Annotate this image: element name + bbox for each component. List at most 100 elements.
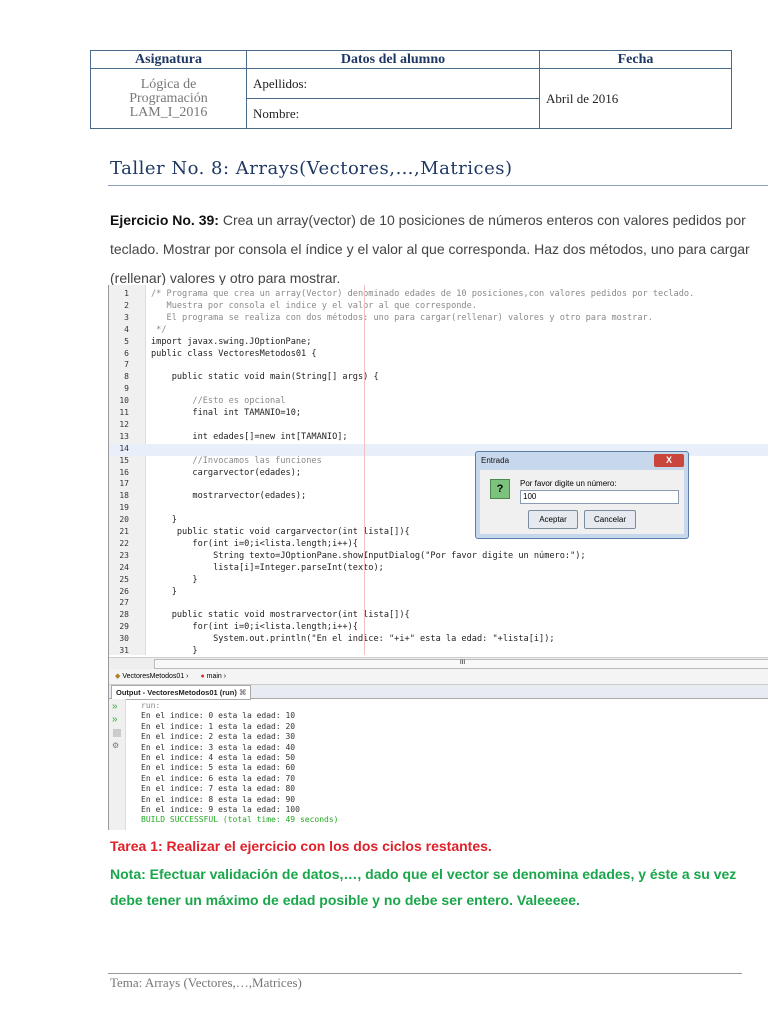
rerun-icon[interactable]: » [112,701,122,712]
code-line: 23 String texto=JOptionPane.showInputDia… [109,551,768,563]
line-number: 5 [124,336,129,346]
line-number: 8 [124,372,129,382]
output-line: En el indice: 4 esta la edad: 50 [141,752,296,762]
subject-line: Programación [129,90,208,106]
header-table: Asignatura Datos del alumno Fecha Lógica… [90,50,732,129]
scroll-thumb[interactable]: III [154,659,768,669]
code-text: System.out.println("En el indice: "+i+" … [151,634,555,645]
line-number: 3 [124,312,129,322]
output-line: En el indice: 5 esta la edad: 60 [141,763,296,773]
close-button[interactable]: X [654,454,684,467]
output-tabbar: Output - VectoresMetodos01 (run) ⌘ [109,685,768,700]
col-date: Fecha [539,50,732,69]
date-cell: Abril de 2016 [539,68,732,129]
line-number: 22 [119,538,129,548]
code-line: 26 } [109,587,768,599]
line-number: 20 [119,515,129,525]
code-line: 25 } [109,575,768,587]
method-icon: ● [200,673,205,680]
code-line: 28 public static void mostrarvector(int … [109,610,768,622]
code-text: public static void main(String[] args) { [151,372,379,383]
output-toolbar: » » ⚙ [109,699,126,830]
apellidos-field: Apellidos: [246,68,540,99]
code-text: //Invocamos las funciones [151,455,322,466]
output-console: run: En el indice: 0 esta la edad: 10 En e… [141,701,338,824]
output-line: run: [141,701,161,710]
ide-screenshot: 1 /* Programa que crea un array(Vector) d… [108,285,768,830]
line-number: 6 [124,348,129,358]
code-line: 7 [109,360,768,372]
code-line: 13 int edades[]=new int[TAMANIO]; [109,432,768,444]
col-student: Datos del alumno [246,50,540,69]
output-line: En el indice: 6 esta la edad: 70 [141,773,296,783]
output-line: En el indice: 9 esta la edad: 100 [141,804,300,814]
margin-line [364,285,365,655]
line-number: 26 [119,586,129,596]
output-line: En el indice: 0 esta la edad: 10 [141,711,296,721]
task-text: Tarea 1: Realizar el ejercicio con los d… [110,838,492,854]
subject-line: Lógica de [140,76,197,92]
breadcrumb-method[interactable]: main [207,673,222,680]
line-number: 2 [124,300,129,310]
code-text: lista[i]=Integer.parseInt(texto); [151,562,384,573]
breadcrumb-class[interactable]: VectoresMetodos01 [122,673,184,680]
input-dialog: Entrada X ? Por favor digite un número: … [475,451,689,539]
output-line: En el indice: 8 esta la edad: 90 [141,794,296,804]
output-line: En el indice: 7 esta la edad: 80 [141,784,296,794]
code-line: 27 [109,598,768,610]
line-number: 31 [119,646,129,655]
code-line: 29 for(int i=0;i<lista.length;i++){ [109,622,768,634]
code-text: for(int i=0;i<lista.length;i++){ [151,538,358,549]
class-icon: ◆ [115,673,121,680]
code-text: import javax.swing.JOptionPane; [151,336,312,347]
code-line: 8 public static void main(String[] args)… [109,372,768,384]
code-text: } [151,515,177,526]
accept-button[interactable]: Aceptar [528,510,578,529]
code-line: 11 final int TAMANIO=10; [109,408,768,420]
build-status: BUILD SUCCESSFUL (total time: 49 seconds… [141,815,339,825]
line-number: 9 [124,384,129,394]
code-line: 6 public class VectoresMetodos01 { [109,349,768,361]
code-text: int edades[]=new int[TAMANIO]; [151,431,348,442]
stop-icon[interactable] [113,729,121,737]
code-line: 4 */ [109,325,768,337]
line-number: 28 [119,610,129,620]
question-icon: ? [490,479,510,499]
line-number: 1 [124,289,129,298]
line-number: 11 [119,408,129,417]
code-text: } [151,586,177,597]
exercise-text: Ejercicio No. 39: Crea un array(vector) … [110,206,760,293]
line-number: 19 [119,503,129,513]
tab-label: Output - VectoresMetodos01 (run) [116,688,237,697]
code-text: //Esto es opcional [151,396,286,407]
cancel-button[interactable]: Cancelar [584,510,636,529]
code-text: for(int i=0;i<lista.length;i++){ [151,622,358,633]
code-line: 12 [109,420,768,432]
code-text: mostrarvector(edades); [151,491,307,502]
tab-output[interactable]: Output - VectoresMetodos01 (run) ⌘ [111,685,252,700]
rerun-debug-icon[interactable]: » [112,714,122,725]
code-text: cargarvector(edades); [151,467,302,478]
settings-icon[interactable]: ⚙ [112,741,122,750]
code-line: 1 /* Programa que crea un array(Vector) d… [109,289,768,301]
number-input[interactable]: 100 [520,490,679,504]
line-number: 10 [119,396,129,406]
close-tab-icon[interactable]: ⌘ [239,688,247,697]
line-number: 29 [119,622,129,632]
output-line: En el indice: 1 esta la edad: 20 [141,721,296,731]
line-number: 7 [124,360,129,370]
horizontal-scrollbar[interactable]: III [109,657,768,669]
output-line: En el indice: 2 esta la edad: 30 [141,732,296,742]
code-text: /* Programa que crea un array(Vector) de… [151,289,695,299]
code-text: public static void mostrarvector(int lis… [151,610,410,621]
col-subject: Asignatura [90,50,247,69]
code-text: Muestra por consola el indice y el valor… [151,300,477,311]
code-text: public class VectoresMetodos01 { [151,348,317,359]
code-line: 24 lista[i]=Integer.parseInt(texto); [109,563,768,575]
line-number: 21 [119,527,129,536]
code-line: 3 El programa se realiza con dos métodos… [109,313,768,325]
line-number: 30 [119,634,129,644]
code-line: 22 for(int i=0;i<lista.length;i++){ [109,539,768,551]
code-text: } [151,574,198,585]
note-text: Nota: Efectuar validación de datos,…, da… [110,866,737,908]
